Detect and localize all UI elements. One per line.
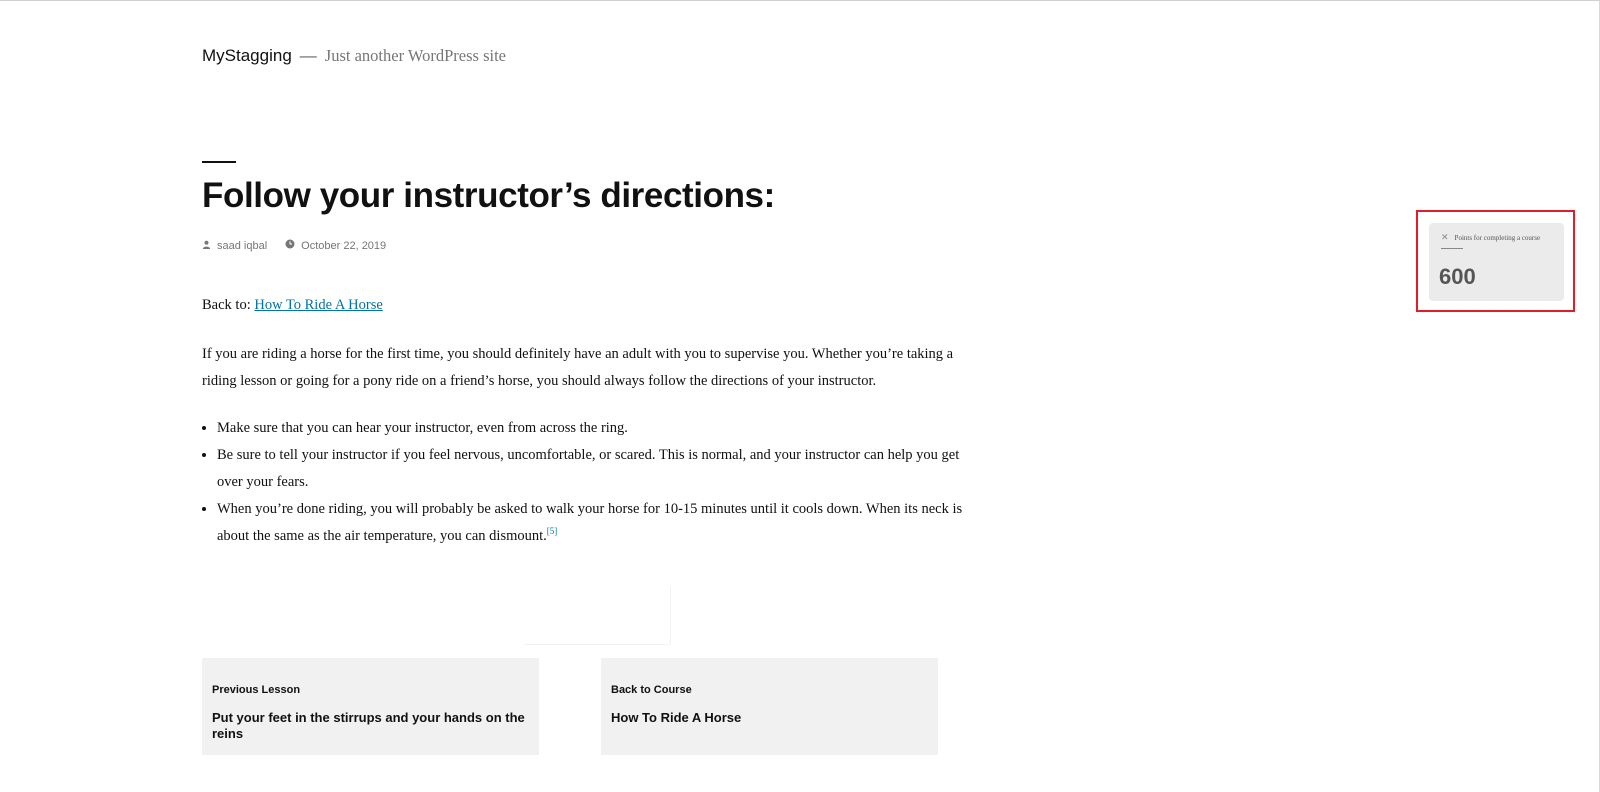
points-notification: ✕ Points for completing a course 600 (1429, 223, 1564, 301)
back-to-course-label: Back to Course (611, 684, 692, 696)
list-item: When you’re done riding, you will probab… (217, 496, 984, 550)
previous-lesson-card[interactable]: Previous Lesson Put your feet in the sti… (202, 658, 539, 755)
site-description: Just another WordPress site (324, 46, 507, 65)
post-date-link[interactable]: October 22, 2019 (301, 240, 386, 252)
clock-icon (285, 239, 295, 252)
list-item-text: When you’re done riding, you will probab… (217, 501, 963, 544)
points-header: ✕ Points for completing a course (1441, 233, 1540, 243)
close-icon[interactable]: ✕ (1441, 233, 1449, 243)
list-item: Be sure to tell your instructor if you f… (217, 442, 984, 496)
intro-paragraph: If you are riding a horse for the first … (202, 346, 954, 389)
previous-lesson-label: Previous Lesson (212, 684, 301, 696)
page-title: Follow your instructor’s directions: (202, 176, 775, 215)
points-underline (1441, 248, 1463, 249)
tips-list: Make sure that you can hear your instruc… (202, 415, 984, 550)
empty-placeholder (524, 587, 671, 645)
points-value: 600 (1439, 264, 1476, 289)
post-meta: saad iqbal October 22, 2019 (202, 239, 386, 252)
back-to-course-card[interactable]: Back to Course How To Ride A Horse (601, 658, 938, 755)
previous-lesson-title: Put your feet in the stirrups and your h… (212, 710, 525, 741)
user-icon (202, 240, 211, 252)
title-divider (202, 161, 236, 163)
top-border (0, 0, 1600, 1)
back-to-course-link[interactable]: How To Ride A Horse (254, 297, 382, 313)
back-to-prefix: Back to: (202, 297, 251, 313)
footnote-link[interactable]: [5] (547, 526, 558, 536)
site-title-separator: — (299, 46, 317, 65)
back-to-line: Back to: How To Ride A Horse (202, 292, 984, 319)
site-header: MyStagging — Just another WordPress site (202, 46, 506, 66)
list-item: Make sure that you can hear your instruc… (217, 415, 984, 442)
post-author-link[interactable]: saad iqbal (217, 240, 267, 252)
post-content: Back to: How To Ride A Horse If you are … (202, 292, 984, 550)
points-label: Points for completing a course (1454, 234, 1541, 242)
back-to-course-title: How To Ride A Horse (611, 710, 742, 725)
site-title-link[interactable]: MyStagging (202, 46, 292, 66)
